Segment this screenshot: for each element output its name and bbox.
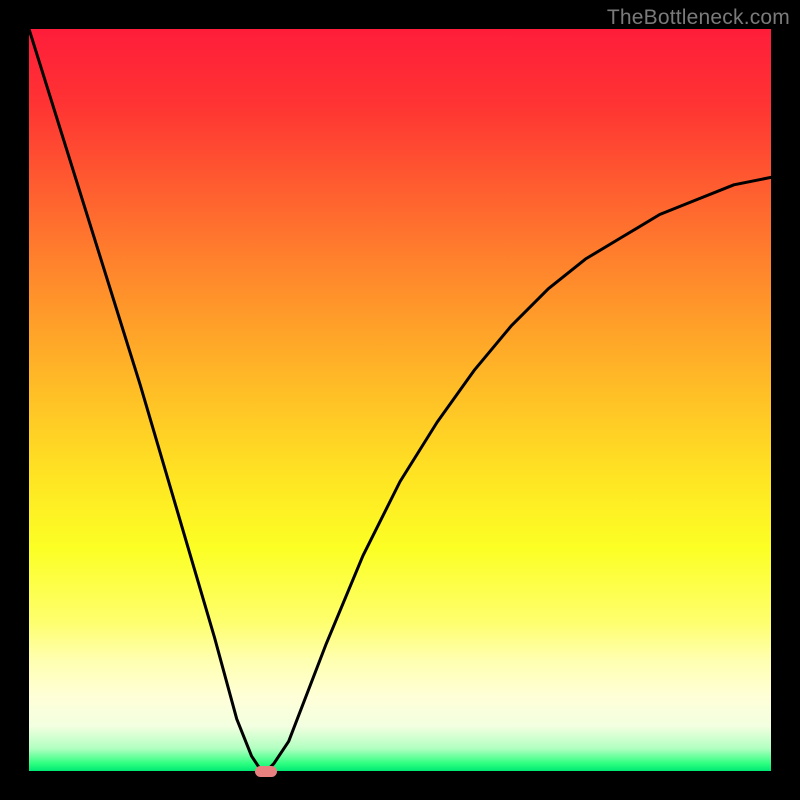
optimal-marker [255, 766, 277, 777]
chart-container: TheBottleneck.com [0, 0, 800, 800]
plot-area [29, 29, 771, 771]
watermark-text: TheBottleneck.com [607, 6, 790, 30]
bottleneck-curve [29, 29, 771, 771]
